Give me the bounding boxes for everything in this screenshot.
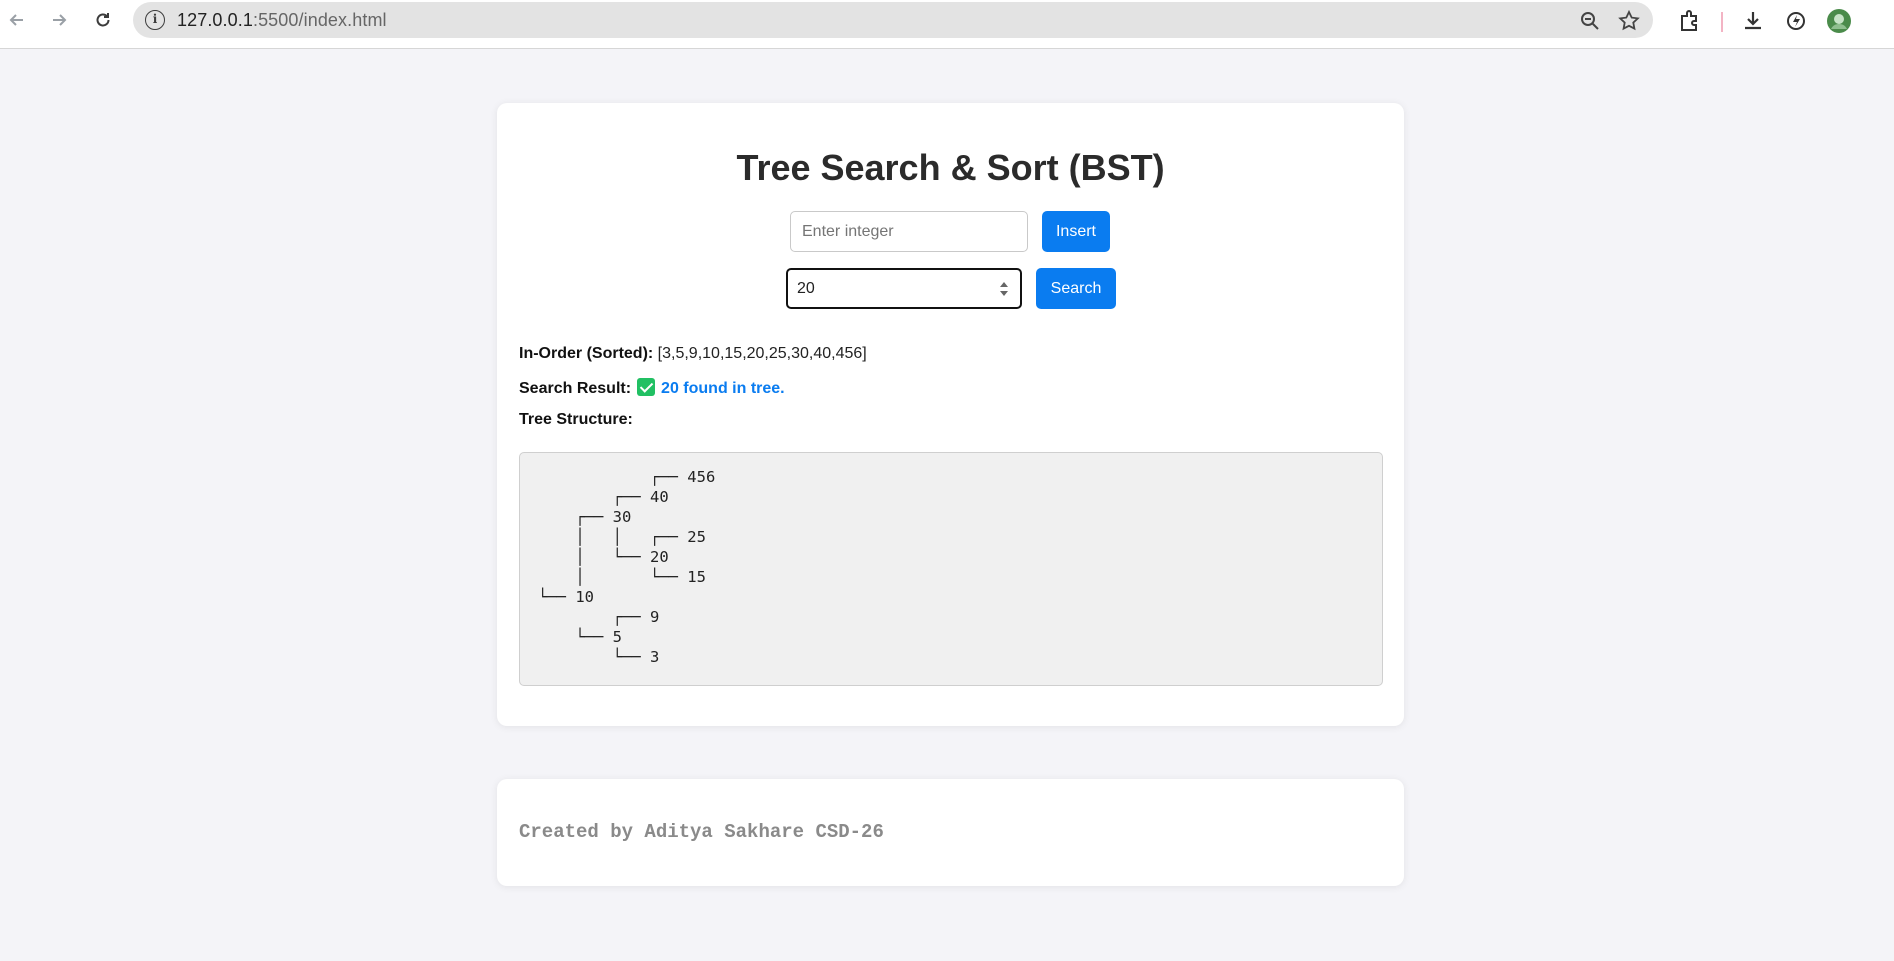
site-info-icon[interactable]: i [145,10,165,30]
insert-input[interactable]: Enter integer [790,211,1028,252]
search-result-value: 20 found in tree. [661,380,785,397]
search-result-label: Search Result: [519,380,632,397]
profile-avatar-icon[interactable] [1826,8,1852,34]
url-port: :5500 [252,10,299,30]
tree-line: ┌── 456 [538,468,716,486]
extensions-icon[interactable] [1677,8,1703,34]
inorder-label: In-Order (Sorted): [519,345,654,362]
tree-line: ┌── 9 [538,608,660,626]
tree-line: └── 10 [538,588,594,606]
url-host: 127.0.0.1 [177,10,253,30]
back-icon[interactable] [5,8,29,32]
tree-output: ┌── 456 ┌── 40 ┌── 30 │ │ ┌── 25 │ └── 2… [519,452,1383,686]
page-title: Tree Search & Sort (BST) [736,147,1165,188]
search-button[interactable]: Search [1036,268,1116,309]
browser-toolbar: i 127.0.0.1:5500/index.html [0,0,1894,49]
tree-line: ┌── 40 [538,488,669,506]
tree-line: ┌── 30 [538,508,632,526]
footer-card: Created by Aditya Sakhare CSD-26 [497,779,1404,886]
tree-line: │ │ ┌── 25 [538,528,706,546]
tree-line: └── 3 [538,648,660,666]
tree-line: └── 5 [538,628,622,646]
tree-structure-row: Tree Structure: [519,411,633,429]
address-bar[interactable]: i 127.0.0.1:5500/index.html [133,2,1653,38]
search-input-value: 20 [797,280,815,297]
performance-icon[interactable] [1783,8,1809,34]
insert-button[interactable]: Insert [1042,211,1110,252]
checkmark-icon [637,378,656,396]
tree-line: │ └── 20 [538,548,669,566]
tree-structure-label: Tree Structure: [519,411,633,428]
toolbar-divider [1721,12,1723,32]
url-text[interactable]: 127.0.0.1:5500/index.html [177,10,387,31]
forward-icon[interactable] [47,8,71,32]
bst-card: Tree Search & Sort (BST) Enter integer I… [497,103,1404,726]
number-spinner-icon[interactable] [999,280,1009,298]
bookmark-star-icon[interactable] [1617,9,1641,33]
footer-credit: Created by Aditya Sakhare CSD-26 [519,821,884,843]
inorder-value: [3,5,9,10,15,20,25,30,40,456] [657,345,867,362]
reload-icon[interactable] [91,8,115,32]
url-path: /index.html [298,10,387,30]
download-icon[interactable] [1740,8,1766,34]
zoom-icon[interactable] [1578,9,1602,33]
tree-line: │ └── 15 [538,568,706,586]
inorder-row: In-Order (Sorted): [3,5,9,10,15,20,25,30… [519,345,867,363]
search-input[interactable]: 20 [786,268,1022,309]
search-result-row: Search Result: 20 found in tree. [519,378,785,398]
